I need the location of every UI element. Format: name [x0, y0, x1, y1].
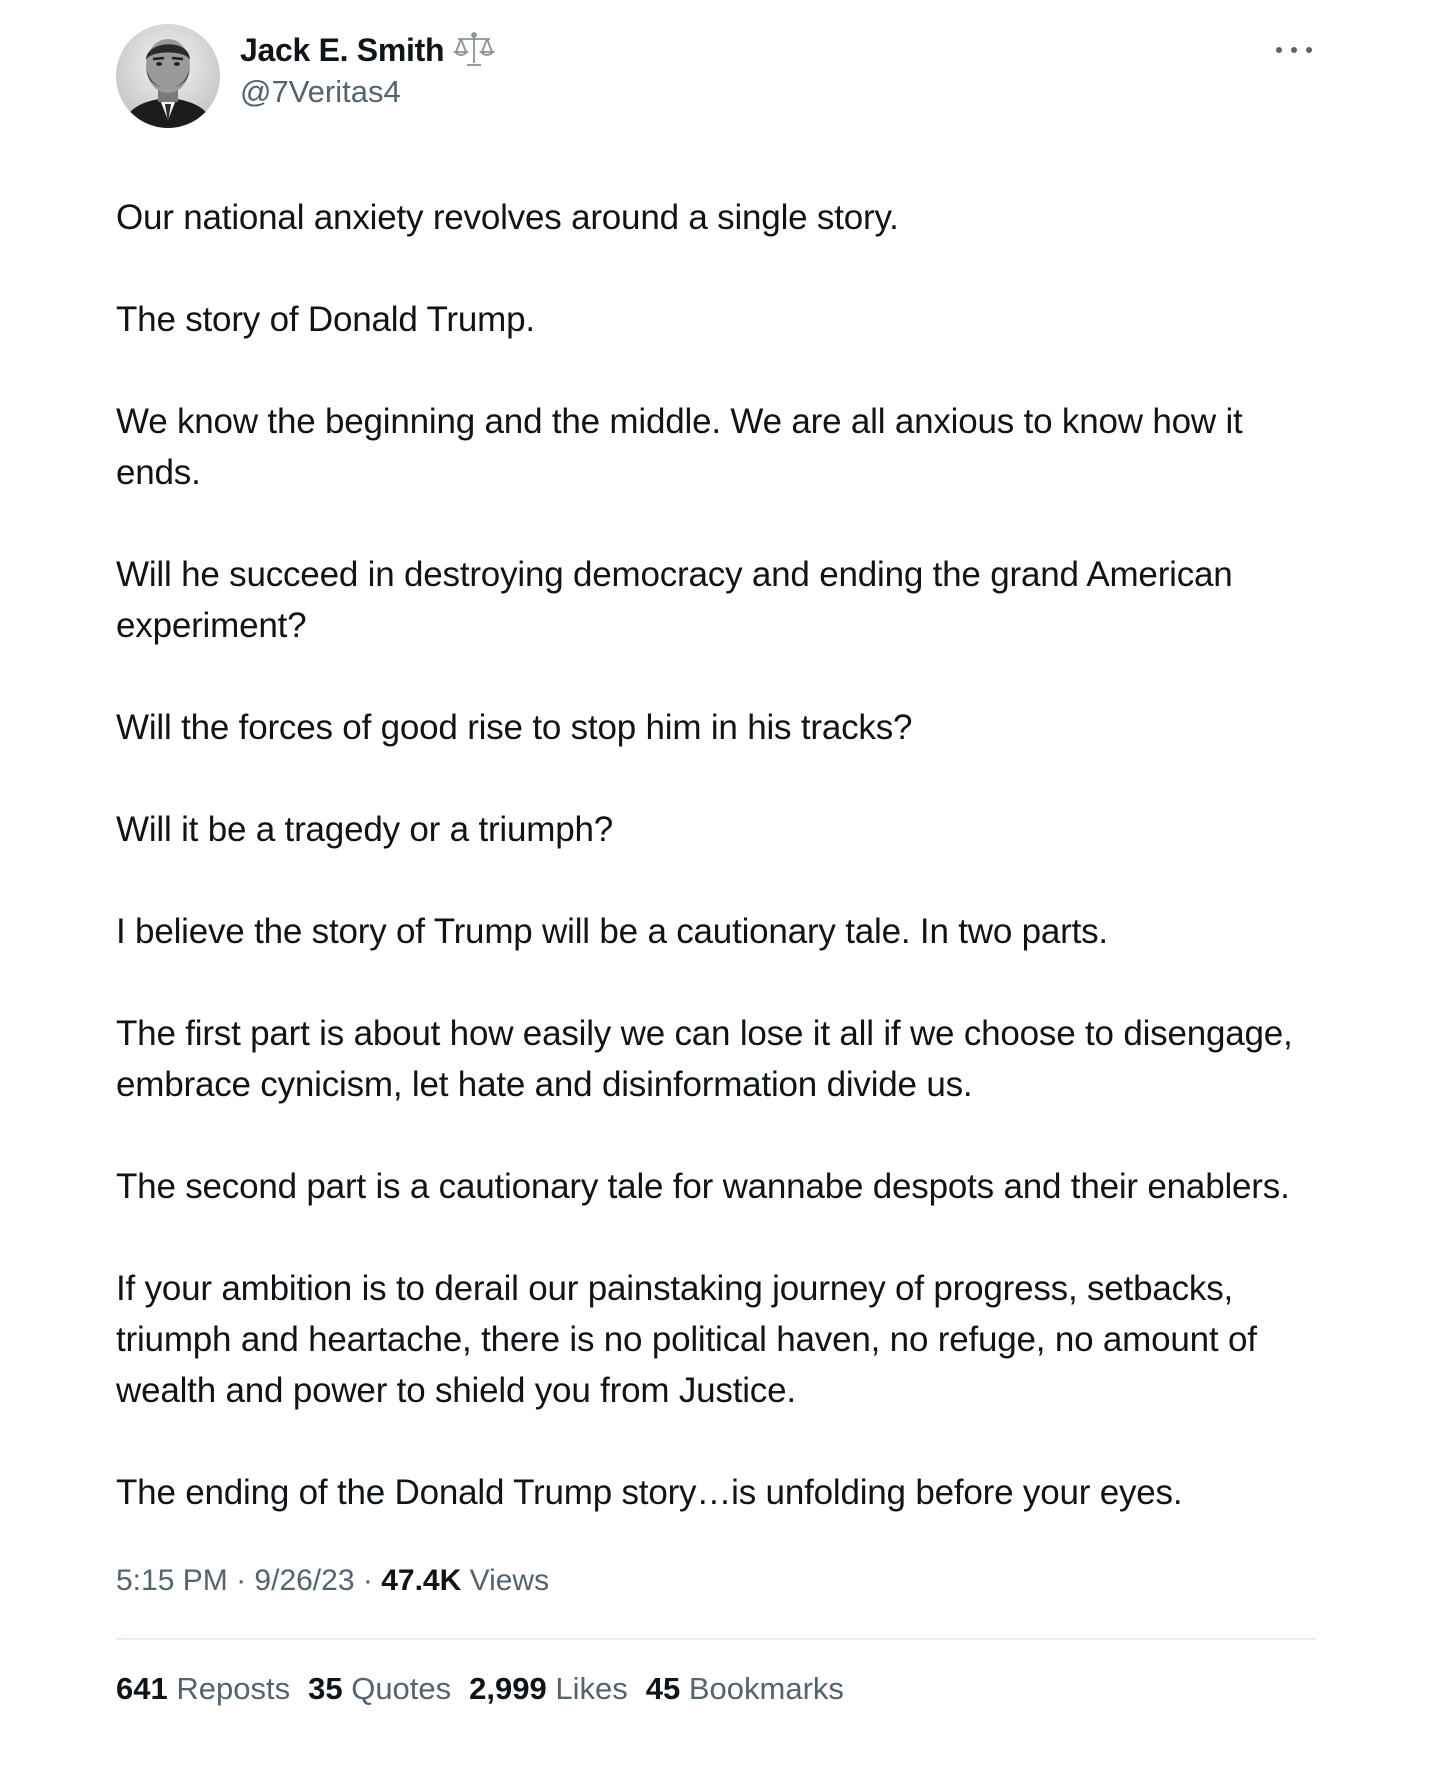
tweet-paragraph: Will the forces of good rise to stop him…: [116, 708, 913, 747]
reposts-count: 641: [116, 1671, 168, 1706]
tweet-paragraph: I believe the story of Trump will be a c…: [116, 912, 1108, 951]
engagement-stats: 641 Reposts 35 Quotes 2,999 Likes 45 Boo…: [116, 1666, 1316, 1712]
meta-separator: ·: [362, 1564, 373, 1597]
divider: [116, 1638, 1316, 1640]
tweet-header: Jack E. Smith @7Veritas4: [116, 20, 1316, 132]
more-icon[interactable]: [1276, 44, 1312, 56]
tweet-date[interactable]: 9/26/23: [254, 1564, 354, 1597]
likes-count: 2,999: [469, 1671, 547, 1706]
scales-icon: [452, 30, 496, 70]
reposts-stat[interactable]: 641 Reposts: [116, 1666, 290, 1712]
avatar[interactable]: [116, 24, 220, 128]
views-label: Views: [469, 1564, 550, 1597]
likes-label: Likes: [555, 1671, 628, 1706]
tweet-time[interactable]: 5:15 PM: [116, 1564, 228, 1597]
tweet-paragraph: If your ambition is to derail our painst…: [116, 1269, 1257, 1410]
quotes-count: 35: [308, 1671, 343, 1706]
tweet-paragraph: The first part is about how easily we ca…: [116, 1014, 1293, 1104]
author-identity: Jack E. Smith @7Veritas4: [240, 30, 496, 110]
tweet-paragraph: The ending of the Donald Trump story…is …: [116, 1473, 1183, 1512]
quotes-label: Quotes: [351, 1671, 452, 1706]
tweet-paragraph: The story of Donald Trump.: [116, 300, 535, 339]
tweet-paragraph: Will he succeed in destroying democracy …: [116, 555, 1233, 645]
tweet-card: Jack E. Smith @7Veritas4 Our national an…: [116, 20, 1316, 1712]
views-count: 47.4K: [381, 1564, 462, 1597]
more-dot: [1291, 47, 1297, 53]
more-dot: [1306, 47, 1312, 53]
tweet-paragraph: Our national anxiety revolves around a s…: [116, 198, 899, 237]
meta-separator: ·: [236, 1564, 247, 1597]
likes-stat[interactable]: 2,999 Likes: [469, 1666, 628, 1712]
tweet-text: Our national anxiety revolves around a s…: [116, 192, 1316, 1518]
tweet-meta: 5:15 PM · 9/26/23 · 47.4K Views: [116, 1558, 1316, 1604]
bookmarks-count: 45: [645, 1671, 681, 1706]
tweet-paragraph: The second part is a cautionary tale for…: [116, 1167, 1290, 1206]
avatar-photo: [116, 24, 220, 128]
author-handle[interactable]: @7Veritas4: [240, 74, 496, 110]
tweet-paragraph: Will it be a tragedy or a triumph?: [116, 810, 614, 849]
bookmarks-label: Bookmarks: [688, 1671, 844, 1706]
tweet-paragraph: We know the beginning and the middle. We…: [116, 402, 1243, 492]
quotes-stat[interactable]: 35 Quotes: [308, 1666, 451, 1712]
more-dot: [1276, 47, 1282, 53]
reposts-label: Reposts: [176, 1671, 291, 1706]
bookmarks-stat[interactable]: 45 Bookmarks: [646, 1666, 844, 1712]
display-name[interactable]: Jack E. Smith: [240, 32, 445, 69]
display-name-row: Jack E. Smith: [240, 30, 496, 70]
